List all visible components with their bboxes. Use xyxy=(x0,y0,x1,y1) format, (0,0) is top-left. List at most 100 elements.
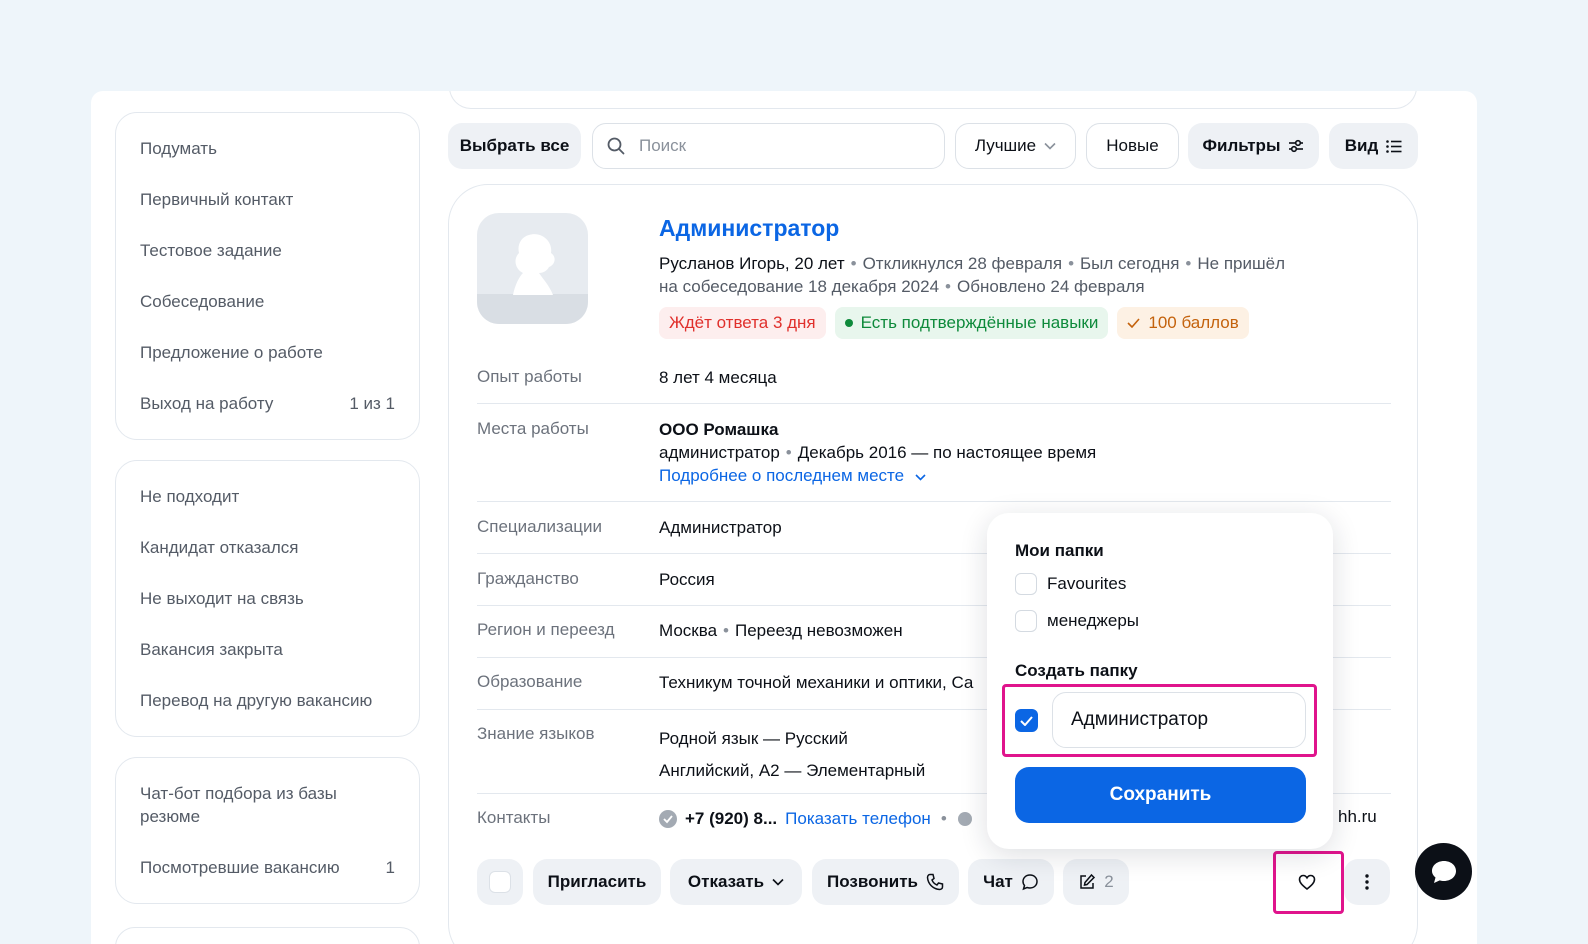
reject-button[interactable]: Отказать xyxy=(670,859,802,905)
save-button[interactable]: Сохранить xyxy=(1015,767,1306,823)
sort-dropdown[interactable]: Лучшие xyxy=(955,123,1076,169)
sidebar-item-label: Первичный контакт xyxy=(140,189,294,209)
checkbox-box xyxy=(489,871,511,893)
sidebar-item-test-task[interactable]: Тестовое задание xyxy=(116,225,419,276)
skills-badge[interactable]: Есть подтверждённые навыки xyxy=(834,307,1109,339)
score-badge: 100 баллов xyxy=(1117,307,1249,339)
status-group-more xyxy=(115,927,420,944)
previous-card-edge xyxy=(449,91,1417,109)
row-label: Гражданство xyxy=(477,569,579,588)
status-group-active: Подумать Первичный контакт Тестовое зада… xyxy=(115,112,420,440)
toolbar: Выбрать все Лучшие Новые Фильтры Вид xyxy=(448,123,1418,169)
folder-checkbox[interactable] xyxy=(1015,610,1037,632)
sidebar-item-label: Кандидат отказался xyxy=(140,537,299,557)
sidebar-item-interview[interactable]: Собеседование xyxy=(116,276,419,327)
row-value: 8 лет 4 месяца xyxy=(659,368,777,387)
more-vertical-icon xyxy=(1365,874,1369,890)
sidebar-item-chatbot[interactable]: Чат-бот подбора из базы резюме xyxy=(116,768,419,842)
sidebar-item-offer[interactable]: Предложение о работе xyxy=(116,327,419,378)
sidebar-item-no-contact[interactable]: Не выходит на связь xyxy=(116,573,419,624)
new-button[interactable]: Новые xyxy=(1086,123,1179,169)
notes-button[interactable]: 2 xyxy=(1063,859,1129,905)
sidebar-item-transfer[interactable]: Перевод на другую вакансию xyxy=(116,675,419,726)
candidate-actions: Пригласить Отказать Позвонить Чат 2 xyxy=(477,859,1391,905)
notes-count: 2 xyxy=(1104,872,1114,891)
sidebar-item-label: Не выходит на связь xyxy=(140,588,304,608)
chat-bubble-icon xyxy=(1431,860,1456,883)
phone-number: +7 (920) 8... xyxy=(685,809,778,828)
view-button[interactable]: Вид xyxy=(1329,123,1418,169)
filters-button[interactable]: Фильтры xyxy=(1188,123,1319,169)
sidebar-item-label: Не подходит xyxy=(140,486,240,506)
row-label: Знание языков xyxy=(477,724,595,743)
sidebar-item-candidate-refused[interactable]: Кандидат отказался xyxy=(116,522,419,573)
show-phone-link[interactable]: Показать телефон xyxy=(785,807,931,830)
language-native: Родной язык — Русский xyxy=(659,729,848,748)
search-field[interactable] xyxy=(592,123,945,169)
list-icon xyxy=(1386,139,1402,153)
view-label: Вид xyxy=(1344,136,1379,155)
candidate-name: Русланов Игорь, 20 лет xyxy=(659,254,845,273)
row-label: Образование xyxy=(477,672,583,691)
sidebar-item-label: Вакансия закрыта xyxy=(140,639,283,659)
chevron-down-icon xyxy=(915,474,926,481)
sidebar-item-label: Посмотревшие вакансию xyxy=(140,857,340,877)
folder-option-favourites[interactable]: Favourites xyxy=(1015,573,1126,595)
vacancy-title-link[interactable]: Администратор xyxy=(659,215,839,242)
check-icon xyxy=(1020,715,1033,726)
avatar xyxy=(477,213,588,324)
invite-label: Пригласить xyxy=(547,872,647,891)
sidebar-item-label: Собеседование xyxy=(140,291,265,311)
call-button[interactable]: Позвонить xyxy=(812,859,959,905)
user-placeholder-icon xyxy=(477,234,588,324)
chat-button[interactable]: Чат xyxy=(968,859,1054,905)
folder-option-managers[interactable]: менеджеры xyxy=(1015,610,1139,632)
select-all-button[interactable]: Выбрать все xyxy=(448,123,581,169)
sidebar-item-not-suitable[interactable]: Не подходит xyxy=(116,471,419,522)
score-badge-label: 100 баллов xyxy=(1148,313,1239,332)
company-name: ООО Ромашка xyxy=(659,420,779,439)
row-value: Администратор xyxy=(659,518,782,537)
row-value: Россия xyxy=(659,570,715,589)
sidebar-item-vacancy-closed[interactable]: Вакансия закрыта xyxy=(116,624,419,675)
skills-badge-label: Есть подтверждённые навыки xyxy=(860,313,1099,332)
sidebar-item-think[interactable]: Подумать xyxy=(116,123,419,174)
waiting-badge: Ждёт ответа 3 дня xyxy=(659,307,826,339)
phone-icon xyxy=(926,873,944,891)
job-role: администратор xyxy=(659,443,780,462)
chevron-down-icon xyxy=(1044,142,1056,150)
sidebar-item-count: 1 из 1 xyxy=(349,393,395,413)
new-folder-name-input[interactable] xyxy=(1052,692,1306,748)
check-icon xyxy=(1127,318,1140,328)
language-english: Английский, A2 — Элементарный xyxy=(659,761,926,780)
create-folder-row xyxy=(1002,684,1317,757)
search-input[interactable] xyxy=(639,136,919,156)
create-folder-title: Создать папку xyxy=(1015,661,1138,680)
sidebar-item-start-work[interactable]: Выход на работу 1 из 1 xyxy=(116,378,419,429)
sidebar-item-viewed-vacancy[interactable]: Посмотревшие вакансию 1 xyxy=(116,842,419,893)
status-dot-icon xyxy=(844,319,853,327)
relocation-value: Переезд невозможен xyxy=(735,621,903,640)
no-show-note-date: на собеседование 18 декабря 2024 xyxy=(659,277,940,296)
invite-button[interactable]: Пригласить xyxy=(533,859,661,905)
new-folder-checkbox[interactable] xyxy=(1015,709,1038,732)
region-city: Москва xyxy=(659,621,718,640)
support-chat-button[interactable] xyxy=(1415,843,1472,900)
folder-checkbox[interactable] xyxy=(1015,573,1037,595)
responded-date: Откликнулся 28 февраля xyxy=(862,254,1063,273)
updated-date: Обновлено 24 февраля xyxy=(957,277,1145,296)
last-seen: Был сегодня xyxy=(1080,254,1180,273)
new-label: Новые xyxy=(1106,136,1159,155)
sidebar-item-label: Выход на работу xyxy=(140,393,274,413)
main-frame: Подумать Первичный контакт Тестовое зада… xyxy=(91,91,1477,944)
sidebar-item-first-contact[interactable]: Первичный контакт xyxy=(116,174,419,225)
search-icon xyxy=(607,137,625,155)
folder-label: Favourites xyxy=(1047,574,1127,593)
more-about-last-job-link[interactable]: Подробнее о последнем месте xyxy=(659,464,1096,487)
folder-label: менеджеры xyxy=(1047,611,1140,630)
sidebar-item-label: Чат-бот подбора из базы резюме xyxy=(140,784,337,826)
sidebar-item-label: Предложение о работе xyxy=(140,342,323,362)
select-candidate-checkbox[interactable] xyxy=(477,859,523,905)
more-actions-button[interactable] xyxy=(1344,859,1390,905)
sidebar-item-label: Подумать xyxy=(140,138,217,158)
